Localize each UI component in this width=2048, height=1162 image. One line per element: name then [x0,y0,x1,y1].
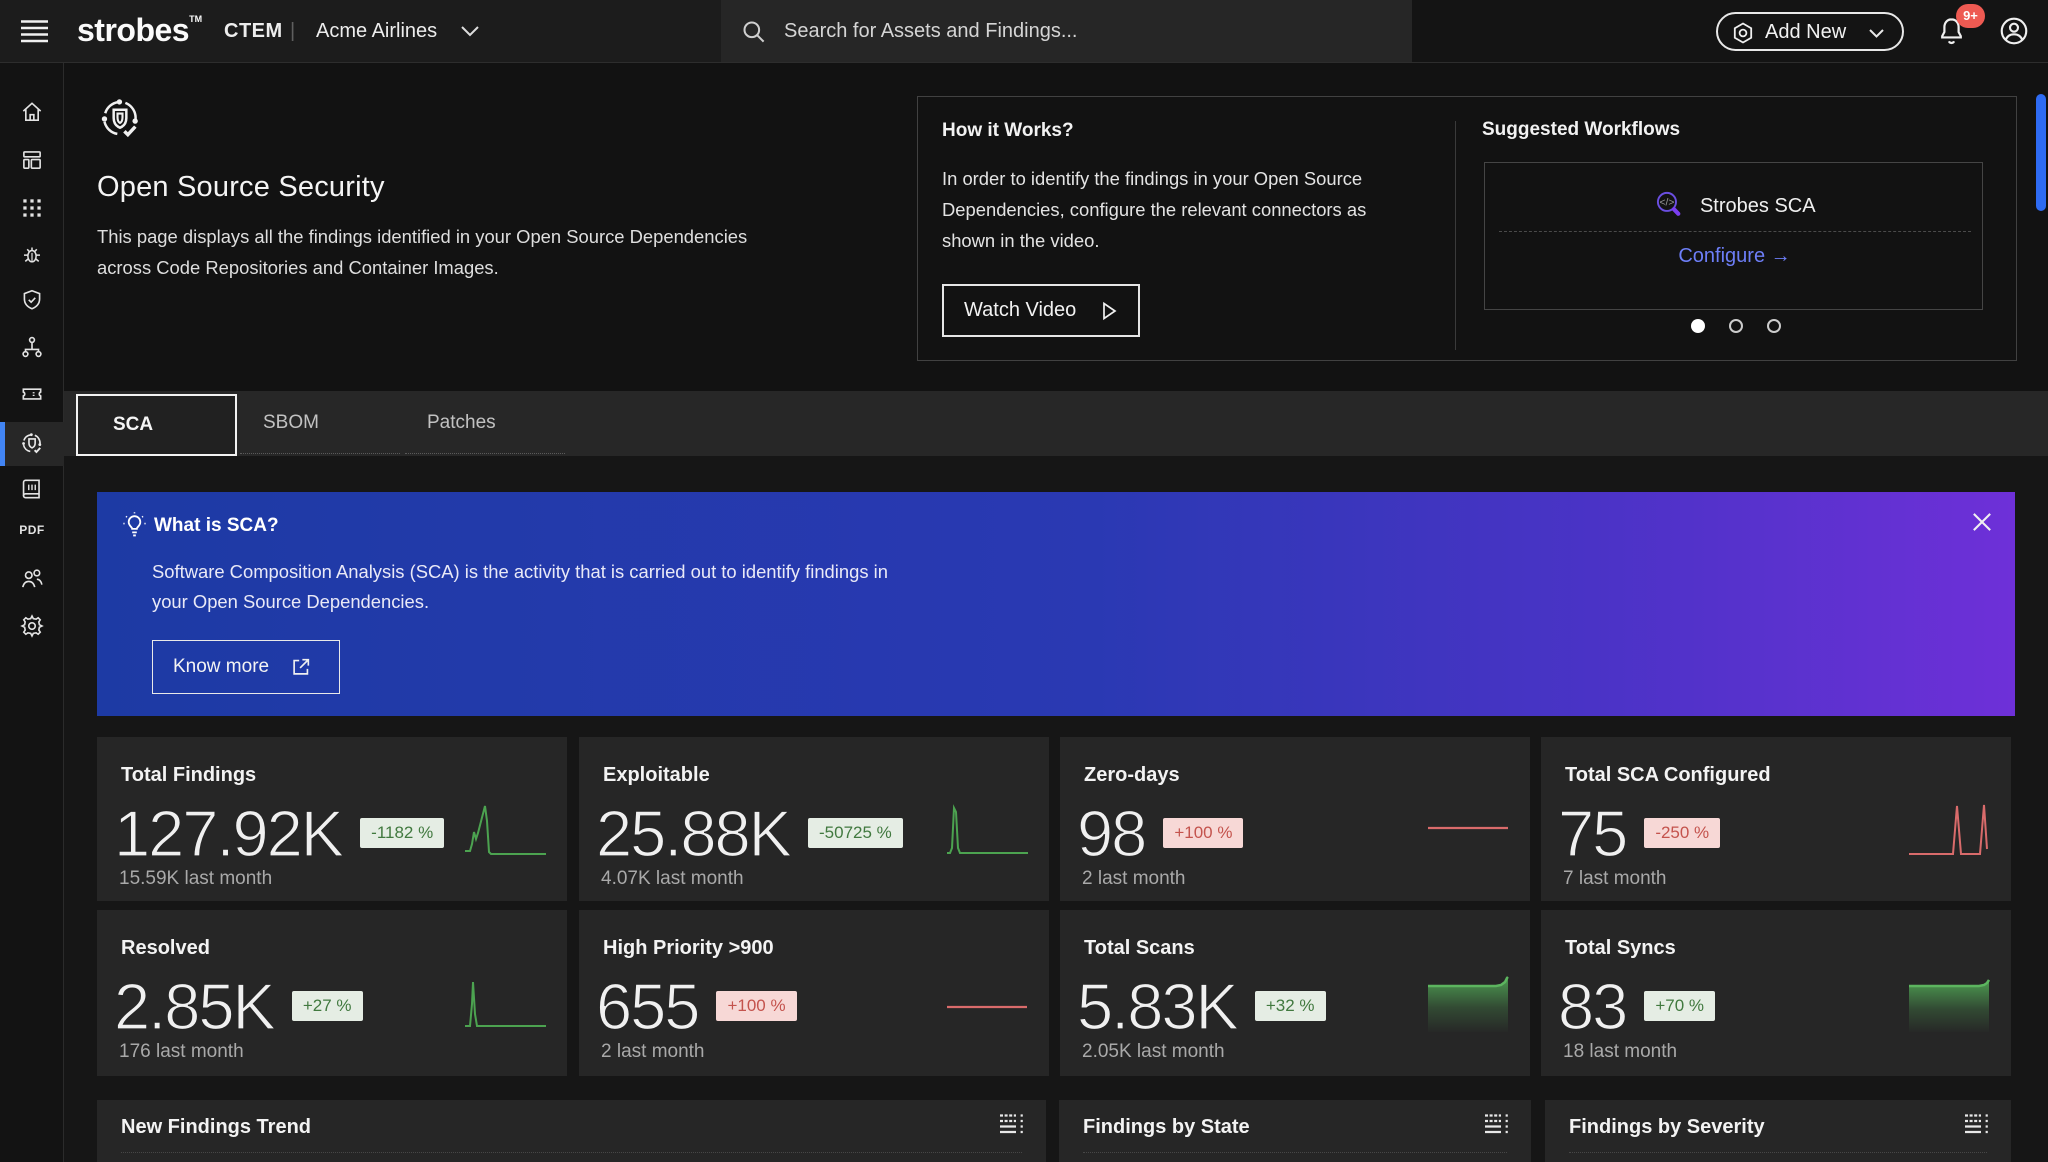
svg-text:</>: </> [1660,198,1675,209]
